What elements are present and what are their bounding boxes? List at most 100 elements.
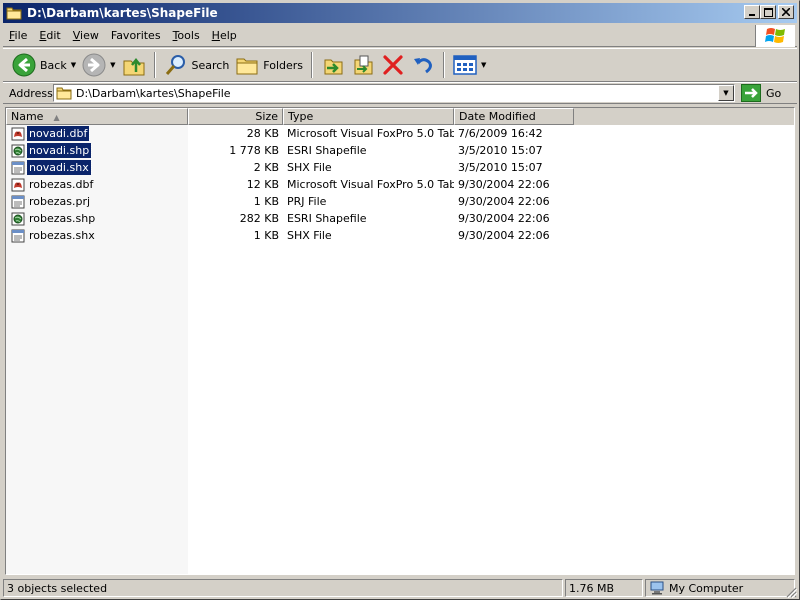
- move-to-folder-icon: [324, 59, 343, 75]
- windows-flag-icon: [764, 28, 785, 43]
- close-button[interactable]: [778, 5, 794, 19]
- back-dropdown-icon[interactable]: ▼: [71, 61, 76, 69]
- column-headers: Name ▲ Size Type Date Modified: [6, 108, 794, 125]
- folders-button[interactable]: Folders: [232, 51, 306, 79]
- file-type: Microsoft Visual FoxPro 5.0 Table: [287, 127, 454, 140]
- table-row[interactable]: novadi.shx 2 KB SHX File 3/5/2010 15:07: [6, 159, 794, 176]
- menu-favorites[interactable]: Favorites: [105, 27, 167, 45]
- file-name-cell[interactable]: robezas.dbf: [6, 177, 188, 192]
- file-list[interactable]: Name ▲ Size Type Date Modified novadi.dbf…: [5, 107, 795, 575]
- file-name: robezas.dbf: [29, 178, 94, 191]
- file-name-cell[interactable]: robezas.shx: [6, 228, 188, 243]
- status-selection: 3 objects selected: [3, 579, 563, 597]
- back-arrow-icon: [12, 53, 36, 77]
- menu-edit[interactable]: Edit: [33, 27, 66, 45]
- address-value: D:\Darbam\kartes\ShapeFile: [76, 86, 231, 100]
- delete-icon: [383, 55, 403, 75]
- table-row[interactable]: novadi.shp 1 778 KB ESRI Shapefile 3/5/2010…: [6, 142, 794, 159]
- file-name-cell[interactable]: novadi.dbf: [6, 126, 188, 141]
- table-row[interactable]: robezas.shp 282 KB ESRI Shapefile 9/30/2004…: [6, 210, 794, 227]
- file-date-modified: 7/6/2009 16:42: [458, 127, 543, 140]
- copy-to-button[interactable]: [348, 51, 378, 79]
- file-name: novadi.shx: [26, 160, 92, 175]
- table-row[interactable]: robezas.prj 1 KB PRJ File 9/30/2004 22:06: [6, 193, 794, 210]
- column-header-date-modified[interactable]: Date Modified: [454, 108, 574, 125]
- address-input[interactable]: D:\Darbam\kartes\ShapeFile ▼: [53, 84, 735, 102]
- my-computer-icon: [650, 581, 664, 595]
- search-button[interactable]: Search: [161, 51, 233, 79]
- file-date-modified: 9/30/2004 22:06: [458, 178, 550, 191]
- undo-button[interactable]: [408, 51, 438, 79]
- forward-dropdown-icon[interactable]: ▼: [110, 61, 115, 69]
- column-header-type[interactable]: Type: [283, 108, 454, 125]
- status-location: My Computer: [645, 579, 795, 597]
- explorer-window: D:\Darbam\kartes\ShapeFile File Edit Vie…: [0, 0, 800, 600]
- go-arrow-icon: [741, 84, 761, 102]
- file-name-cell[interactable]: novadi.shp: [6, 143, 188, 158]
- views-dropdown-icon[interactable]: ▼: [481, 61, 486, 69]
- maximize-icon: [763, 7, 773, 17]
- generic-file-icon: [11, 195, 25, 208]
- file-name-cell[interactable]: novadi.shx: [6, 160, 188, 175]
- copy-to-folder-icon: [354, 55, 373, 75]
- file-date-modified: 3/5/2010 15:07: [458, 144, 543, 157]
- back-button[interactable]: Back ▼: [9, 51, 79, 79]
- foxpro-table-icon: [11, 178, 25, 191]
- column-header-size[interactable]: Size: [188, 108, 283, 125]
- file-size: 1 778 KB: [229, 144, 279, 157]
- file-date-modified: 3/5/2010 15:07: [458, 161, 543, 174]
- file-size: 1 KB: [253, 229, 279, 242]
- maximize-button[interactable]: [760, 5, 776, 19]
- address-label: Address: [9, 86, 53, 100]
- file-size: 28 KB: [246, 127, 279, 140]
- go-button[interactable]: Go: [741, 84, 781, 102]
- foxpro-table-icon: [11, 127, 25, 140]
- menu-bar: File Edit View Favorites Tools Help: [3, 25, 797, 47]
- folder-icon: [56, 87, 72, 100]
- folders-icon: [236, 58, 258, 75]
- file-size: 282 KB: [239, 212, 279, 225]
- up-folder-button[interactable]: [119, 51, 149, 79]
- shapefile-icon: [11, 212, 25, 225]
- column-header-name[interactable]: Name ▲: [6, 108, 188, 125]
- standard-toolbar: Back ▼ ▼ Search Folders ▼: [3, 48, 797, 82]
- delete-button[interactable]: [378, 51, 408, 79]
- views-icon: [453, 55, 477, 75]
- menu-file[interactable]: File: [3, 27, 33, 45]
- file-name: robezas.shx: [29, 229, 95, 242]
- generic-file-icon: [11, 229, 25, 242]
- table-row[interactable]: robezas.dbf 12 KB Microsoft Visual FoxPro …: [6, 176, 794, 193]
- address-dropdown-button[interactable]: ▼: [718, 85, 734, 101]
- search-icon: [165, 55, 185, 75]
- file-name: novadi.shp: [25, 143, 93, 158]
- file-type: ESRI Shapefile: [287, 144, 367, 157]
- file-type: PRJ File: [287, 195, 327, 208]
- minimize-icon: [749, 14, 755, 16]
- file-name-cell[interactable]: robezas.prj: [6, 194, 188, 209]
- menu-help[interactable]: Help: [206, 27, 243, 45]
- table-row[interactable]: robezas.shx 1 KB SHX File 9/30/2004 22:06: [6, 227, 794, 244]
- resize-grip-icon[interactable]: [785, 586, 797, 598]
- title-bar[interactable]: D:\Darbam\kartes\ShapeFile: [3, 3, 797, 23]
- file-name: robezas.shp: [29, 212, 96, 225]
- move-to-button[interactable]: [318, 51, 348, 79]
- views-button[interactable]: ▼: [450, 51, 489, 79]
- file-name: robezas.prj: [29, 195, 91, 208]
- file-name-cell[interactable]: robezas.shp: [6, 211, 188, 226]
- up-folder-icon: [123, 57, 144, 76]
- table-row[interactable]: novadi.dbf 28 KB Microsoft Visual FoxPro 5…: [6, 125, 794, 142]
- forward-arrow-icon: [82, 53, 106, 77]
- file-size: 12 KB: [246, 178, 279, 191]
- folder-icon: [6, 7, 22, 20]
- file-type: ESRI Shapefile: [287, 212, 367, 225]
- file-date-modified: 9/30/2004 22:06: [458, 195, 550, 208]
- menu-tools[interactable]: Tools: [167, 27, 206, 45]
- minimize-button[interactable]: [744, 5, 760, 19]
- file-size: 2 KB: [253, 161, 279, 174]
- file-type: SHX File: [287, 161, 332, 174]
- file-date-modified: 9/30/2004 22:06: [458, 229, 550, 242]
- menu-view[interactable]: View: [67, 27, 105, 45]
- windows-logo: [755, 25, 795, 47]
- forward-button[interactable]: ▼: [79, 51, 118, 79]
- chevron-down-icon: ▼: [723, 89, 729, 97]
